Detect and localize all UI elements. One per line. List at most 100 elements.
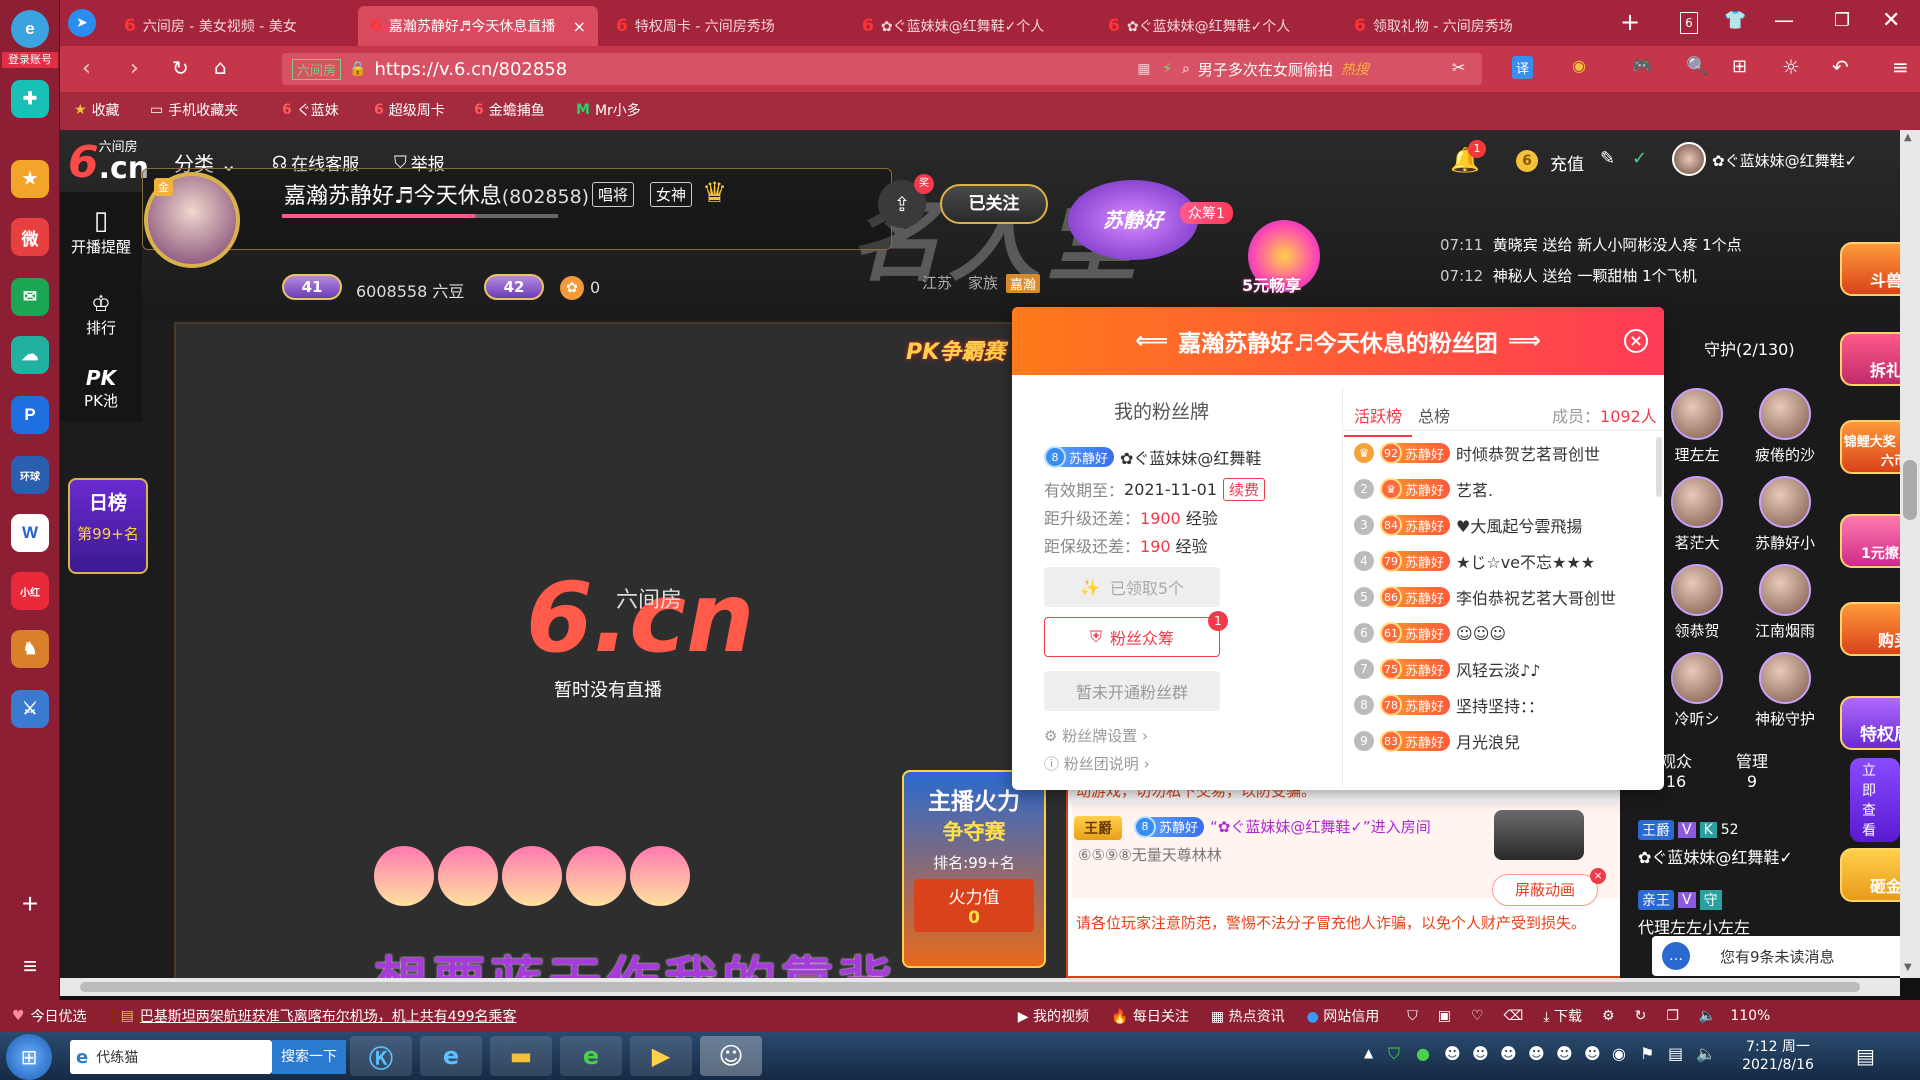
cut-icon[interactable]: ✂	[1452, 58, 1465, 77]
home-icon[interactable]: ⌂	[214, 55, 227, 79]
news-ticker[interactable]: 巴基斯坦两架航班获准飞离喀布尔机场，机上共有499名乘客	[140, 1006, 560, 1026]
my-video-link[interactable]: ▶ 我的视频	[1018, 1006, 1089, 1026]
url-field[interactable]: 六间房 🔒 https://v.6.cn/802858 ▦ ⚡ ⌄	[282, 53, 1212, 85]
viewer-name-1[interactable]: ✿ぐ蓝妹妹@红舞鞋✓	[1638, 844, 1838, 868]
badge-settings-link[interactable]: ⚙ 粉丝牌设置 ›	[1044, 725, 1148, 746]
browser-logo-icon[interactable]: e	[11, 10, 49, 48]
brightness-icon[interactable]: ☼	[1782, 55, 1800, 79]
news-app-icon[interactable]: 环球	[11, 456, 49, 494]
weibo-icon[interactable]: 微	[11, 218, 49, 256]
mail-icon[interactable]: ✉	[11, 278, 49, 316]
guard-member[interactable]: 江南烟雨	[1748, 564, 1822, 641]
tab-5[interactable]: 6 ✿ぐ蓝妹妹@红舞鞋✓个人	[1096, 6, 1336, 46]
fan-help-link[interactable]: ⓘ 粉丝团说明 ›	[1044, 753, 1150, 774]
promo-golden-egg[interactable]: 砸金蛋	[1840, 848, 1900, 902]
admin-tab[interactable]: 管理 9	[1736, 748, 1768, 791]
folder-taskbar-icon[interactable]: ▬	[490, 1036, 552, 1076]
check-icon[interactable]: ✓	[1632, 148, 1647, 169]
bookmark-fishing[interactable]: 6 金蟾捕鱼	[474, 100, 545, 120]
bookmark-favorites[interactable]: ★ 收藏	[74, 100, 120, 120]
side-nav-live-reminder[interactable]: ▯ 开播提醒	[70, 206, 132, 257]
raise-tag[interactable]: 众筹1	[1180, 202, 1233, 224]
list-item[interactable]: 6 61 苏静好 ☺☺☺	[1354, 615, 1664, 651]
daily-follow-link[interactable]: 🔥 每日关注	[1111, 1006, 1189, 1026]
guard-member[interactable]: 茗茫大	[1660, 476, 1734, 553]
game-app-icon[interactable]: ♞	[11, 630, 49, 668]
tray-qq5-icon[interactable]: ☻	[1556, 1044, 1573, 1063]
shield-status-icon[interactable]: ⛉	[1407, 1008, 1418, 1024]
game2-app-icon[interactable]: ⚔	[11, 690, 49, 728]
scroll-up-icon[interactable]: ▲	[1904, 132, 1912, 143]
claimed-button[interactable]: ✨ 已领取5个	[1044, 567, 1220, 607]
list-item[interactable]: 8 78 苏静好 坚持坚持：：	[1354, 687, 1664, 723]
tray-expand-icon[interactable]: ▲	[1364, 1046, 1373, 1060]
h-scroll-thumb[interactable]	[80, 982, 1860, 992]
coin-icon[interactable]: ◉	[1572, 56, 1586, 75]
tray-qq6-icon[interactable]: ☻	[1584, 1044, 1601, 1063]
scroll-thumb[interactable]	[1903, 460, 1917, 520]
new-tab-icon[interactable]: +	[1620, 8, 1640, 36]
tools-icon[interactable]: ⚙	[1602, 1008, 1615, 1024]
start-button-icon[interactable]: ⊞	[6, 1034, 52, 1080]
viewer-row-1[interactable]: 王爵 V K 52	[1638, 820, 1739, 840]
tray-shield-icon[interactable]: ⛉	[1388, 1044, 1400, 1064]
volume-icon[interactable]: 🔈	[1699, 1008, 1716, 1024]
forward-icon[interactable]: ›	[130, 56, 139, 81]
cloud-icon[interactable]: ☁	[11, 336, 49, 374]
fan-badge-emblem[interactable]: 苏静好	[1068, 180, 1198, 260]
k-app-icon[interactable]: Ⓚ	[350, 1036, 412, 1076]
tab-3[interactable]: 6 特权周卡 - 六间房秀场	[604, 6, 844, 46]
p-app-icon[interactable]: P	[11, 396, 49, 434]
player-taskbar-icon[interactable]: ▶	[630, 1036, 692, 1076]
list-item[interactable]: 5 86 苏静好 李伯恭祝艺茗大哥创世	[1354, 579, 1664, 615]
page-scrollbar-vertical[interactable]: ▲ ▼	[1900, 130, 1920, 978]
promo-1yuan[interactable]: 1元擦主播	[1840, 514, 1900, 568]
audience-tab[interactable]: 观众 16	[1660, 748, 1692, 791]
tab-1[interactable]: 6 六间房 - 美女视频 - 美女	[112, 6, 352, 46]
list-item[interactable]: ♛ 92 苏静好 时倾恭贺艺茗哥创世	[1354, 435, 1664, 471]
plus-app-icon[interactable]: ✚	[11, 80, 49, 118]
tab-2-active[interactable]: 6 嘉瀚苏静好♬今天休息直播 ×	[358, 6, 598, 46]
scroll-down-icon[interactable]: ▼	[1904, 962, 1912, 973]
promo-weekcard[interactable]: 特权周卡	[1840, 696, 1900, 750]
side-nav-ranking[interactable]: ♔ 排行	[70, 292, 132, 338]
viewer-row-2[interactable]: 亲王 V 守	[1638, 890, 1722, 910]
search-field[interactable]: ⌕ 男子多次在女厕偷拍 热搜	[1172, 53, 1482, 85]
gamepad-icon[interactable]: 🎮	[1632, 56, 1652, 75]
guard-member[interactable]: 疲倦的沙	[1748, 388, 1822, 465]
game-taskbar-icon[interactable]: ☺	[700, 1036, 762, 1076]
star-icon[interactable]: ★	[11, 160, 49, 198]
five-yuan-label[interactable]: 5元畅享	[1242, 272, 1301, 296]
window-icon[interactable]: ❐	[1666, 1008, 1679, 1024]
promo-gift-pack[interactable]: 拆礼包	[1840, 332, 1900, 386]
qr-icon[interactable]: ▦	[1137, 61, 1150, 77]
recharge-link[interactable]: 充值	[1550, 150, 1584, 175]
list-item[interactable]: 7 75 苏静好 风轻云淡♪♪	[1354, 651, 1664, 687]
guard-member[interactable]: 领恭贺	[1660, 564, 1734, 641]
edit-icon[interactable]: ✎	[1600, 148, 1615, 169]
page-scrollbar-horizontal[interactable]	[60, 978, 1900, 996]
undo-icon[interactable]: ↶	[1832, 55, 1849, 79]
pk-banner[interactable]: PK争霸赛	[906, 334, 1005, 366]
firepower-card[interactable]: 主播火力 争夺赛 排名:99+名 火力值 0	[902, 770, 1046, 968]
fan-group-button[interactable]: 暂未开通粉丝群	[1044, 671, 1220, 711]
promo-buy[interactable]: 购买	[1840, 602, 1900, 656]
tab-active-rank[interactable]: 活跃榜	[1344, 403, 1413, 437]
hot-news-link[interactable]: ▦ 热点资讯	[1211, 1006, 1285, 1026]
minimize-icon[interactable]: —	[1774, 8, 1794, 32]
tray-qq3-icon[interactable]: ☻	[1500, 1044, 1517, 1063]
tray-qq-icon[interactable]: ☻	[1444, 1044, 1461, 1063]
renew-button[interactable]: 续费	[1223, 477, 1266, 501]
tray-flag-icon[interactable]: ⚑	[1640, 1044, 1654, 1063]
tab-4[interactable]: 6 ✿ぐ蓝妹妹@红舞鞋✓个人	[850, 6, 1090, 46]
tray-qq4-icon[interactable]: ☻	[1528, 1044, 1545, 1063]
block-animation-button[interactable]: 屏蔽动画	[1492, 874, 1598, 906]
tray-volume-icon[interactable]: 🔈	[1696, 1044, 1716, 1063]
restore-icon[interactable]: ❐	[1834, 10, 1850, 31]
speed-icon[interactable]: ⚡	[1162, 61, 1172, 77]
back-icon[interactable]: ‹	[82, 56, 91, 81]
bookmark-mobile[interactable]: ▭ 手机收藏夹	[150, 100, 238, 120]
list-item[interactable]: 3 84 苏静好 ♥大風起兮雲飛揚	[1354, 507, 1664, 543]
taskbar-clock[interactable]: 7:12 周一 2021/8/16	[1728, 1038, 1828, 1074]
fan-panel-close-icon[interactable]: ×	[1624, 329, 1648, 353]
